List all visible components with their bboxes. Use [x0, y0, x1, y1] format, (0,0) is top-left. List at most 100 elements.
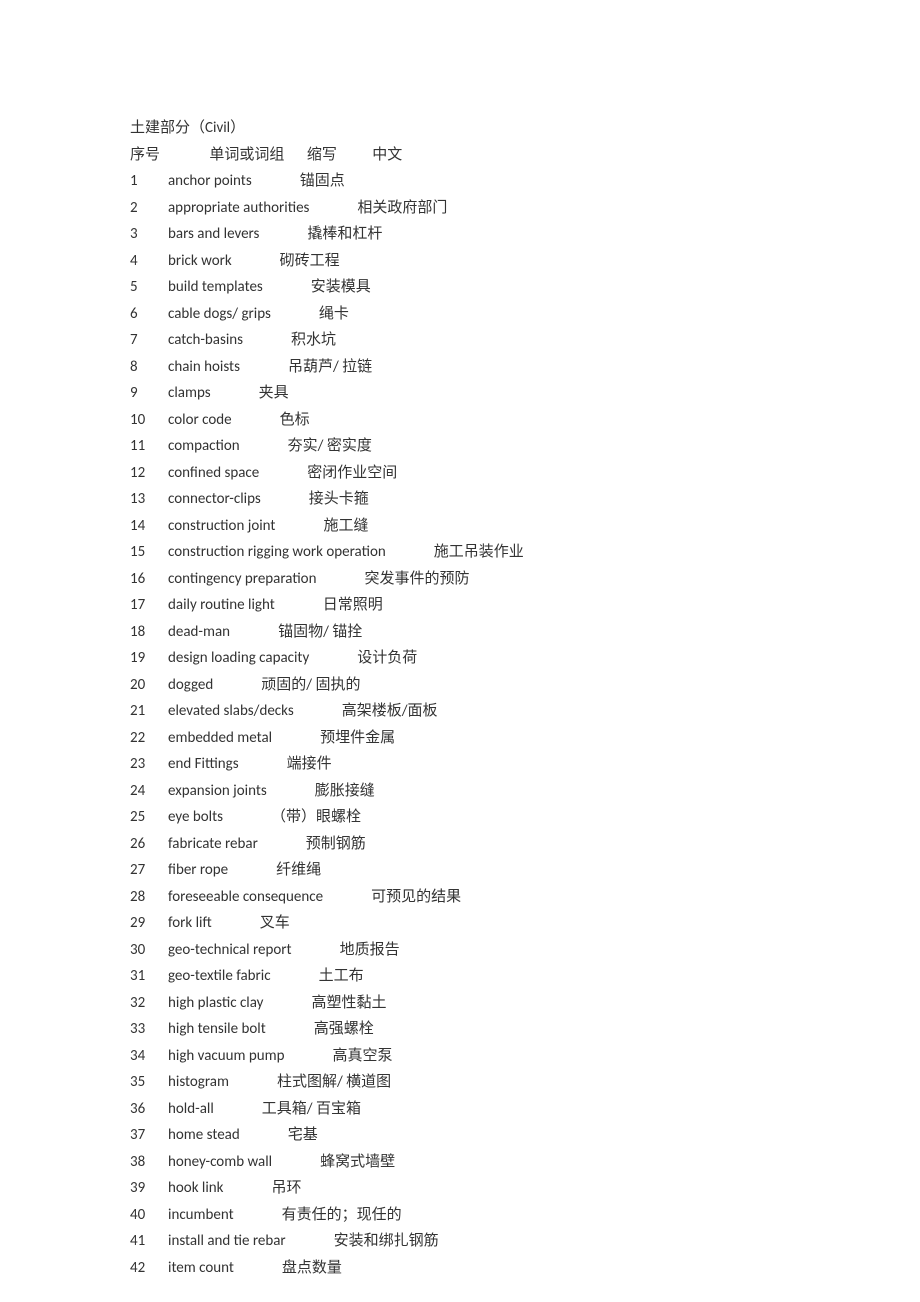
cell-term: cable dogs/ grips	[168, 301, 271, 328]
cell-term: dogged	[168, 672, 213, 699]
cell-cn: 工具箱/ 百宝箱	[262, 1100, 361, 1118]
cell-seq: 20	[130, 672, 168, 699]
table-row: 8chain hoists吊葫芦/ 拉链	[130, 354, 920, 381]
cell-term: clamps	[168, 380, 211, 407]
table-row: 31geo-textile fabric土工布	[130, 963, 920, 990]
cell-seq: 1	[130, 168, 168, 195]
cell-cn: 安装和绑扎钢筋	[334, 1232, 439, 1250]
cell-term: catch-basins	[168, 327, 243, 354]
cell-cn: 高架楼板/面板	[342, 702, 438, 720]
cell-seq: 18	[130, 619, 168, 646]
table-row: 4brick work砌砖工程	[130, 248, 920, 275]
table-row: 28foreseeable consequence 可预见的结果	[130, 884, 920, 911]
cell-seq: 10	[130, 407, 168, 434]
cell-cn: 吊环	[272, 1179, 302, 1197]
cell-seq: 3	[130, 221, 168, 248]
cell-cn: 有责任的；现任的	[282, 1206, 402, 1224]
cell-term: end Fittings	[168, 751, 239, 778]
cell-cn: 夯实/ 密实度	[288, 437, 372, 455]
cell-term: bars and levers	[168, 221, 259, 248]
cell-cn: 施工缝	[323, 517, 368, 535]
cell-cn: 盘点数量	[282, 1259, 342, 1277]
cell-seq: 21	[130, 698, 168, 725]
table-row: 21elevated slabs/decks 高架楼板/面板	[130, 698, 920, 725]
table-row: 33high tensile bolt高强螺栓	[130, 1016, 920, 1043]
cell-cn: 柱式图解/ 横道图	[277, 1073, 391, 1091]
cell-cn: 可预见的结果	[371, 888, 461, 906]
cell-term: color code	[168, 407, 232, 434]
table-row: 22embedded metal预埋件金属	[130, 725, 920, 752]
cell-cn: 吊葫芦/ 拉链	[288, 358, 372, 376]
cell-seq: 23	[130, 751, 168, 778]
cell-seq: 36	[130, 1096, 168, 1123]
cell-cn: 锚固物/ 锚拴	[278, 623, 362, 641]
table-row: 35histogram柱式图解/ 横道图	[130, 1069, 920, 1096]
cell-seq: 24	[130, 778, 168, 805]
cell-seq: 12	[130, 460, 168, 487]
cell-cn: 密闭作业空间	[307, 464, 397, 482]
cell-seq: 38	[130, 1149, 168, 1176]
cell-term: contingency preparation	[168, 566, 316, 593]
header-seq: 序号	[130, 142, 206, 169]
table-row: 14construction joint施工缝	[130, 513, 920, 540]
cell-cn: 绳卡	[319, 305, 349, 323]
table-row: 3bars and levers 撬棒和杠杆	[130, 221, 920, 248]
table-body: 1anchor points锚固点2appropriate authoritie…	[130, 168, 920, 1281]
cell-cn: 锚固点	[300, 172, 345, 190]
cell-term: design loading capacity	[168, 645, 309, 672]
cell-seq: 14	[130, 513, 168, 540]
cell-term: chain hoists	[168, 354, 240, 381]
cell-seq: 41	[130, 1228, 168, 1255]
table-row: 17daily routine light日常照明	[130, 592, 920, 619]
table-row: 6cable dogs/ grips 绳卡	[130, 301, 920, 328]
table-row: 40incumbent有责任的；现任的	[130, 1202, 920, 1229]
cell-term: hold-all	[168, 1096, 214, 1123]
cell-cn: 膨胀接缝	[315, 782, 375, 800]
table-row: 30geo-technical report地质报告	[130, 937, 920, 964]
cell-seq: 29	[130, 910, 168, 937]
cell-cn: 接头卡箍	[309, 490, 369, 508]
table-row: 36hold-all 工具箱/ 百宝箱	[130, 1096, 920, 1123]
cell-cn: 相关政府部门	[357, 199, 447, 217]
cell-cn: 日常照明	[323, 596, 383, 614]
cell-term: brick work	[168, 248, 232, 275]
cell-seq: 19	[130, 645, 168, 672]
cell-cn: 高塑性黏土	[311, 994, 386, 1012]
table-row: 13connector-clips 接头卡箍	[130, 486, 920, 513]
cell-seq: 7	[130, 327, 168, 354]
cell-seq: 28	[130, 884, 168, 911]
cell-seq: 40	[130, 1202, 168, 1229]
cell-cn: 土工布	[319, 967, 364, 985]
cell-cn: 叉车	[260, 914, 290, 932]
table-row: 29fork lift叉车	[130, 910, 920, 937]
table-row: 9clamps夹具	[130, 380, 920, 407]
cell-cn: 夹具	[259, 384, 289, 402]
table-row: 15construction rigging work operation施工吊…	[130, 539, 920, 566]
table-row: 39hook link吊环	[130, 1175, 920, 1202]
cell-seq: 32	[130, 990, 168, 1017]
cell-term: dead-man	[168, 619, 230, 646]
cell-seq: 6	[130, 301, 168, 328]
cell-term: high vacuum pump	[168, 1043, 285, 1070]
cell-term: build templates	[168, 274, 263, 301]
cell-term: connector-clips	[168, 486, 261, 513]
cell-term: foreseeable consequence	[168, 884, 323, 911]
cell-seq: 15	[130, 539, 168, 566]
cell-cn: （带）眼螺栓	[271, 808, 361, 826]
table-row: 23end Fittings端接件	[130, 751, 920, 778]
table-row: 42item count盘点数量	[130, 1255, 920, 1282]
table-row: 37home stead宅基	[130, 1122, 920, 1149]
cell-cn: 撬棒和杠杆	[307, 225, 382, 243]
table-row: 19design loading capacity 设计负荷	[130, 645, 920, 672]
cell-term: elevated slabs/decks	[168, 698, 294, 725]
cell-term: appropriate authorities	[168, 195, 309, 222]
table-row: 38honey-comb wall蜂窝式墙壁	[130, 1149, 920, 1176]
cell-seq: 31	[130, 963, 168, 990]
cell-cn: 设计负荷	[357, 649, 417, 667]
cell-seq: 27	[130, 857, 168, 884]
cell-cn: 预制钢筋	[306, 835, 366, 853]
cell-term: fiber rope	[168, 857, 228, 884]
cell-cn: 地质报告	[340, 941, 400, 959]
cell-term: embedded metal	[168, 725, 272, 752]
cell-seq: 13	[130, 486, 168, 513]
